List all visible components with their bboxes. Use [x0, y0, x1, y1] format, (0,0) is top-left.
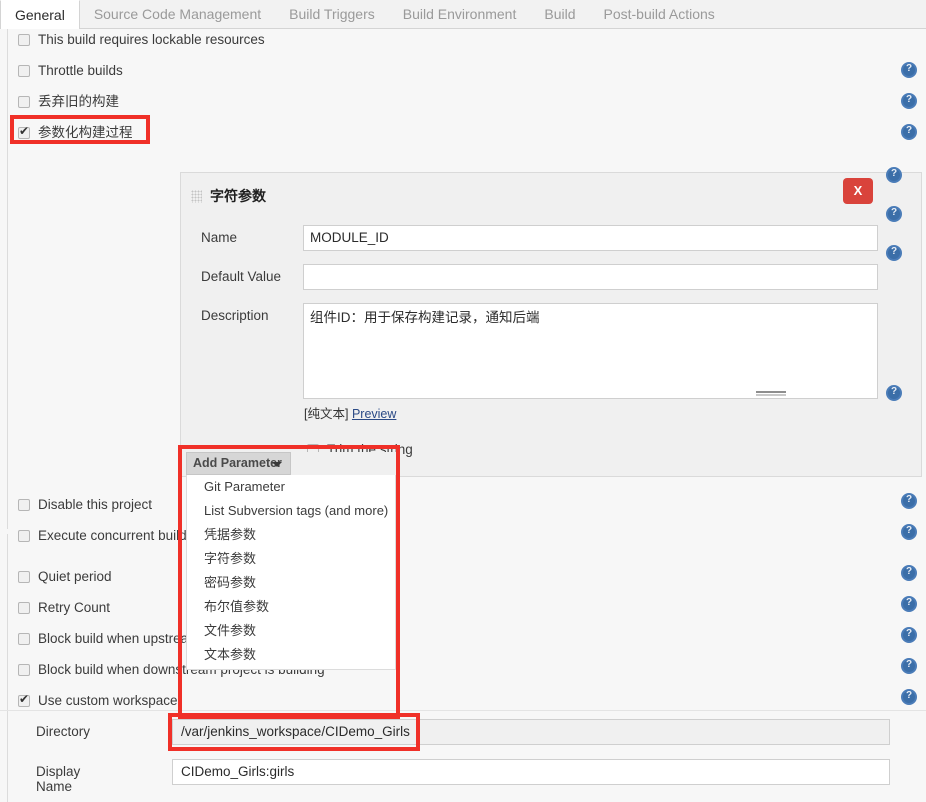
input-parameter-default-value[interactable]: [303, 264, 878, 290]
checkbox-lockable-resources[interactable]: [18, 34, 30, 46]
checkbox-label-quiet-period: Quiet period: [38, 569, 112, 584]
checkbox-row-retry-count[interactable]: Retry Count: [18, 597, 110, 619]
dropdown-item-run-parameter[interactable]: 运行时参数: [187, 667, 395, 669]
textarea-resize-grip-icon[interactable]: [756, 391, 786, 396]
add-parameter-button-label: Add Parameter: [193, 456, 282, 470]
parameter-panel-header: 字符参数: [191, 186, 266, 206]
checkbox-label-custom-workspace: Use custom workspace: [38, 693, 178, 708]
help-icon-trim-string[interactable]: [886, 385, 902, 401]
parameter-panel-title: 字符参数: [210, 188, 266, 204]
markup-type-label: [纯文本]: [304, 407, 349, 421]
checkbox-disable-project[interactable]: [18, 499, 30, 511]
dropdown-item-text-parameter[interactable]: 文本参数: [187, 643, 395, 667]
close-icon: X: [853, 183, 863, 198]
help-icon-parameter-name[interactable]: [886, 206, 902, 222]
checkbox-row-lockable-resources[interactable]: This build requires lockable resources: [18, 29, 265, 51]
dropdown-item-list-subversion-tags[interactable]: List Subversion tags (and more): [187, 499, 395, 523]
checkbox-row-throttle-builds[interactable]: Throttle builds: [18, 60, 123, 82]
left-divider-bottom: [7, 534, 8, 802]
checkbox-row-parameterized-build[interactable]: 参数化构建过程: [18, 122, 133, 144]
add-parameter-button-tail: [291, 452, 396, 475]
help-icon-block-downstream[interactable]: [901, 658, 917, 674]
help-icon-disable-project[interactable]: [901, 493, 917, 509]
checkbox-discard-old-builds[interactable]: [18, 96, 30, 108]
drag-grip-icon[interactable]: [191, 190, 202, 203]
config-tab-bar: General Source Code Management Build Tri…: [0, 0, 926, 30]
help-icon-parameter-panel[interactable]: [886, 167, 902, 183]
input-parameter-name[interactable]: MODULE_ID: [303, 225, 878, 251]
tab-build-triggers-label: Build Triggers: [289, 6, 375, 22]
help-icon-concurrent-builds[interactable]: [901, 524, 917, 540]
checkbox-concurrent-builds[interactable]: [18, 530, 30, 542]
jenkins-job-config-page: General Source Code Management Build Tri…: [0, 0, 926, 802]
checkbox-retry-count[interactable]: [18, 602, 30, 614]
checkbox-label-retry-count: Retry Count: [38, 600, 111, 615]
help-icon-throttle-builds[interactable]: [901, 93, 917, 109]
help-icon-block-upstream[interactable]: [901, 627, 917, 643]
checkbox-row-disable-project[interactable]: Disable this project: [18, 494, 152, 516]
add-parameter-button[interactable]: Add Parameter: [186, 452, 291, 475]
tab-source-code-management-label: Source Code Management: [93, 6, 262, 22]
close-parameter-button[interactable]: X: [843, 178, 873, 204]
checkbox-label-discard-old-builds: 丢弃旧的构建: [38, 94, 119, 109]
checkbox-custom-workspace[interactable]: [18, 692, 30, 707]
textarea-parameter-description[interactable]: 组件ID：用于保存构建记录，通知后端: [303, 303, 878, 399]
checkbox-quiet-period[interactable]: [18, 571, 30, 583]
help-icon-quiet-period[interactable]: [901, 565, 917, 581]
tab-build[interactable]: Build: [530, 0, 589, 29]
dropdown-item-string-parameter[interactable]: 字符参数: [187, 547, 395, 571]
string-parameter-panel: 字符参数 X Name MODULE_ID Default Value Desc…: [180, 172, 922, 477]
tab-build-triggers[interactable]: Build Triggers: [275, 0, 389, 29]
checkbox-label-parameterized-build: 参数化构建过程: [38, 125, 133, 140]
help-icon-lockable-resources[interactable]: [901, 62, 917, 78]
tab-source-code-management[interactable]: Source Code Management: [80, 0, 275, 29]
tab-build-environment-label: Build Environment: [402, 6, 517, 22]
chevron-down-icon: [272, 462, 282, 467]
dropdown-item-file-parameter[interactable]: 文件参数: [187, 619, 395, 643]
section-divider: [0, 710, 926, 711]
label-display-name: Display Name: [36, 764, 81, 794]
input-display-name[interactable]: CIDemo_Girls:girls: [172, 759, 890, 785]
checkbox-row-quiet-period[interactable]: Quiet period: [18, 566, 112, 588]
checkbox-throttle-builds[interactable]: [18, 65, 30, 77]
left-divider-top: [7, 29, 8, 529]
checkbox-label-disable-project: Disable this project: [38, 497, 153, 512]
tab-post-build-actions-label: Post-build Actions: [603, 6, 715, 22]
dropdown-item-password-parameter[interactable]: 密码参数: [187, 571, 395, 595]
description-markup-hint: [纯文本] Preview: [304, 403, 396, 422]
dropdown-item-credentials-parameter[interactable]: 凭据参数: [187, 523, 395, 547]
checkbox-block-downstream[interactable]: [18, 664, 30, 676]
checkbox-label-lockable-resources: This build requires lockable resources: [38, 32, 265, 47]
tab-build-environment[interactable]: Build Environment: [389, 0, 531, 29]
tab-post-build-actions[interactable]: Post-build Actions: [590, 0, 729, 29]
help-icon-discard-old-builds[interactable]: [901, 124, 917, 140]
help-icon-retry-count[interactable]: [901, 596, 917, 612]
checkbox-row-custom-workspace[interactable]: Use custom workspace: [18, 690, 178, 712]
help-icon-custom-workspace[interactable]: [901, 689, 917, 705]
checkbox-block-upstream[interactable]: [18, 633, 30, 645]
checkbox-label-throttle-builds: Throttle builds: [38, 63, 123, 78]
label-directory: Directory: [36, 724, 91, 739]
checkbox-row-discard-old-builds[interactable]: 丢弃旧的构建: [18, 91, 119, 113]
tab-general-label: General: [15, 7, 65, 23]
dropdown-item-boolean-parameter[interactable]: 布尔值参数: [187, 595, 395, 619]
checkbox-parameterized-build[interactable]: [18, 124, 30, 139]
config-form-body: This build requires lockable resources T…: [0, 29, 926, 802]
dropdown-item-git-parameter[interactable]: Git Parameter: [187, 475, 395, 499]
add-parameter-dropdown-menu[interactable]: Git Parameter List Subversion tags (and …: [186, 475, 396, 670]
tab-general[interactable]: General: [0, 0, 80, 30]
input-directory[interactable]: /var/jenkins_workspace/CIDemo_Girls: [172, 719, 890, 745]
tab-build-label: Build: [544, 6, 576, 22]
help-icon-parameter-default-value[interactable]: [886, 245, 902, 261]
preview-link[interactable]: Preview: [352, 407, 396, 421]
